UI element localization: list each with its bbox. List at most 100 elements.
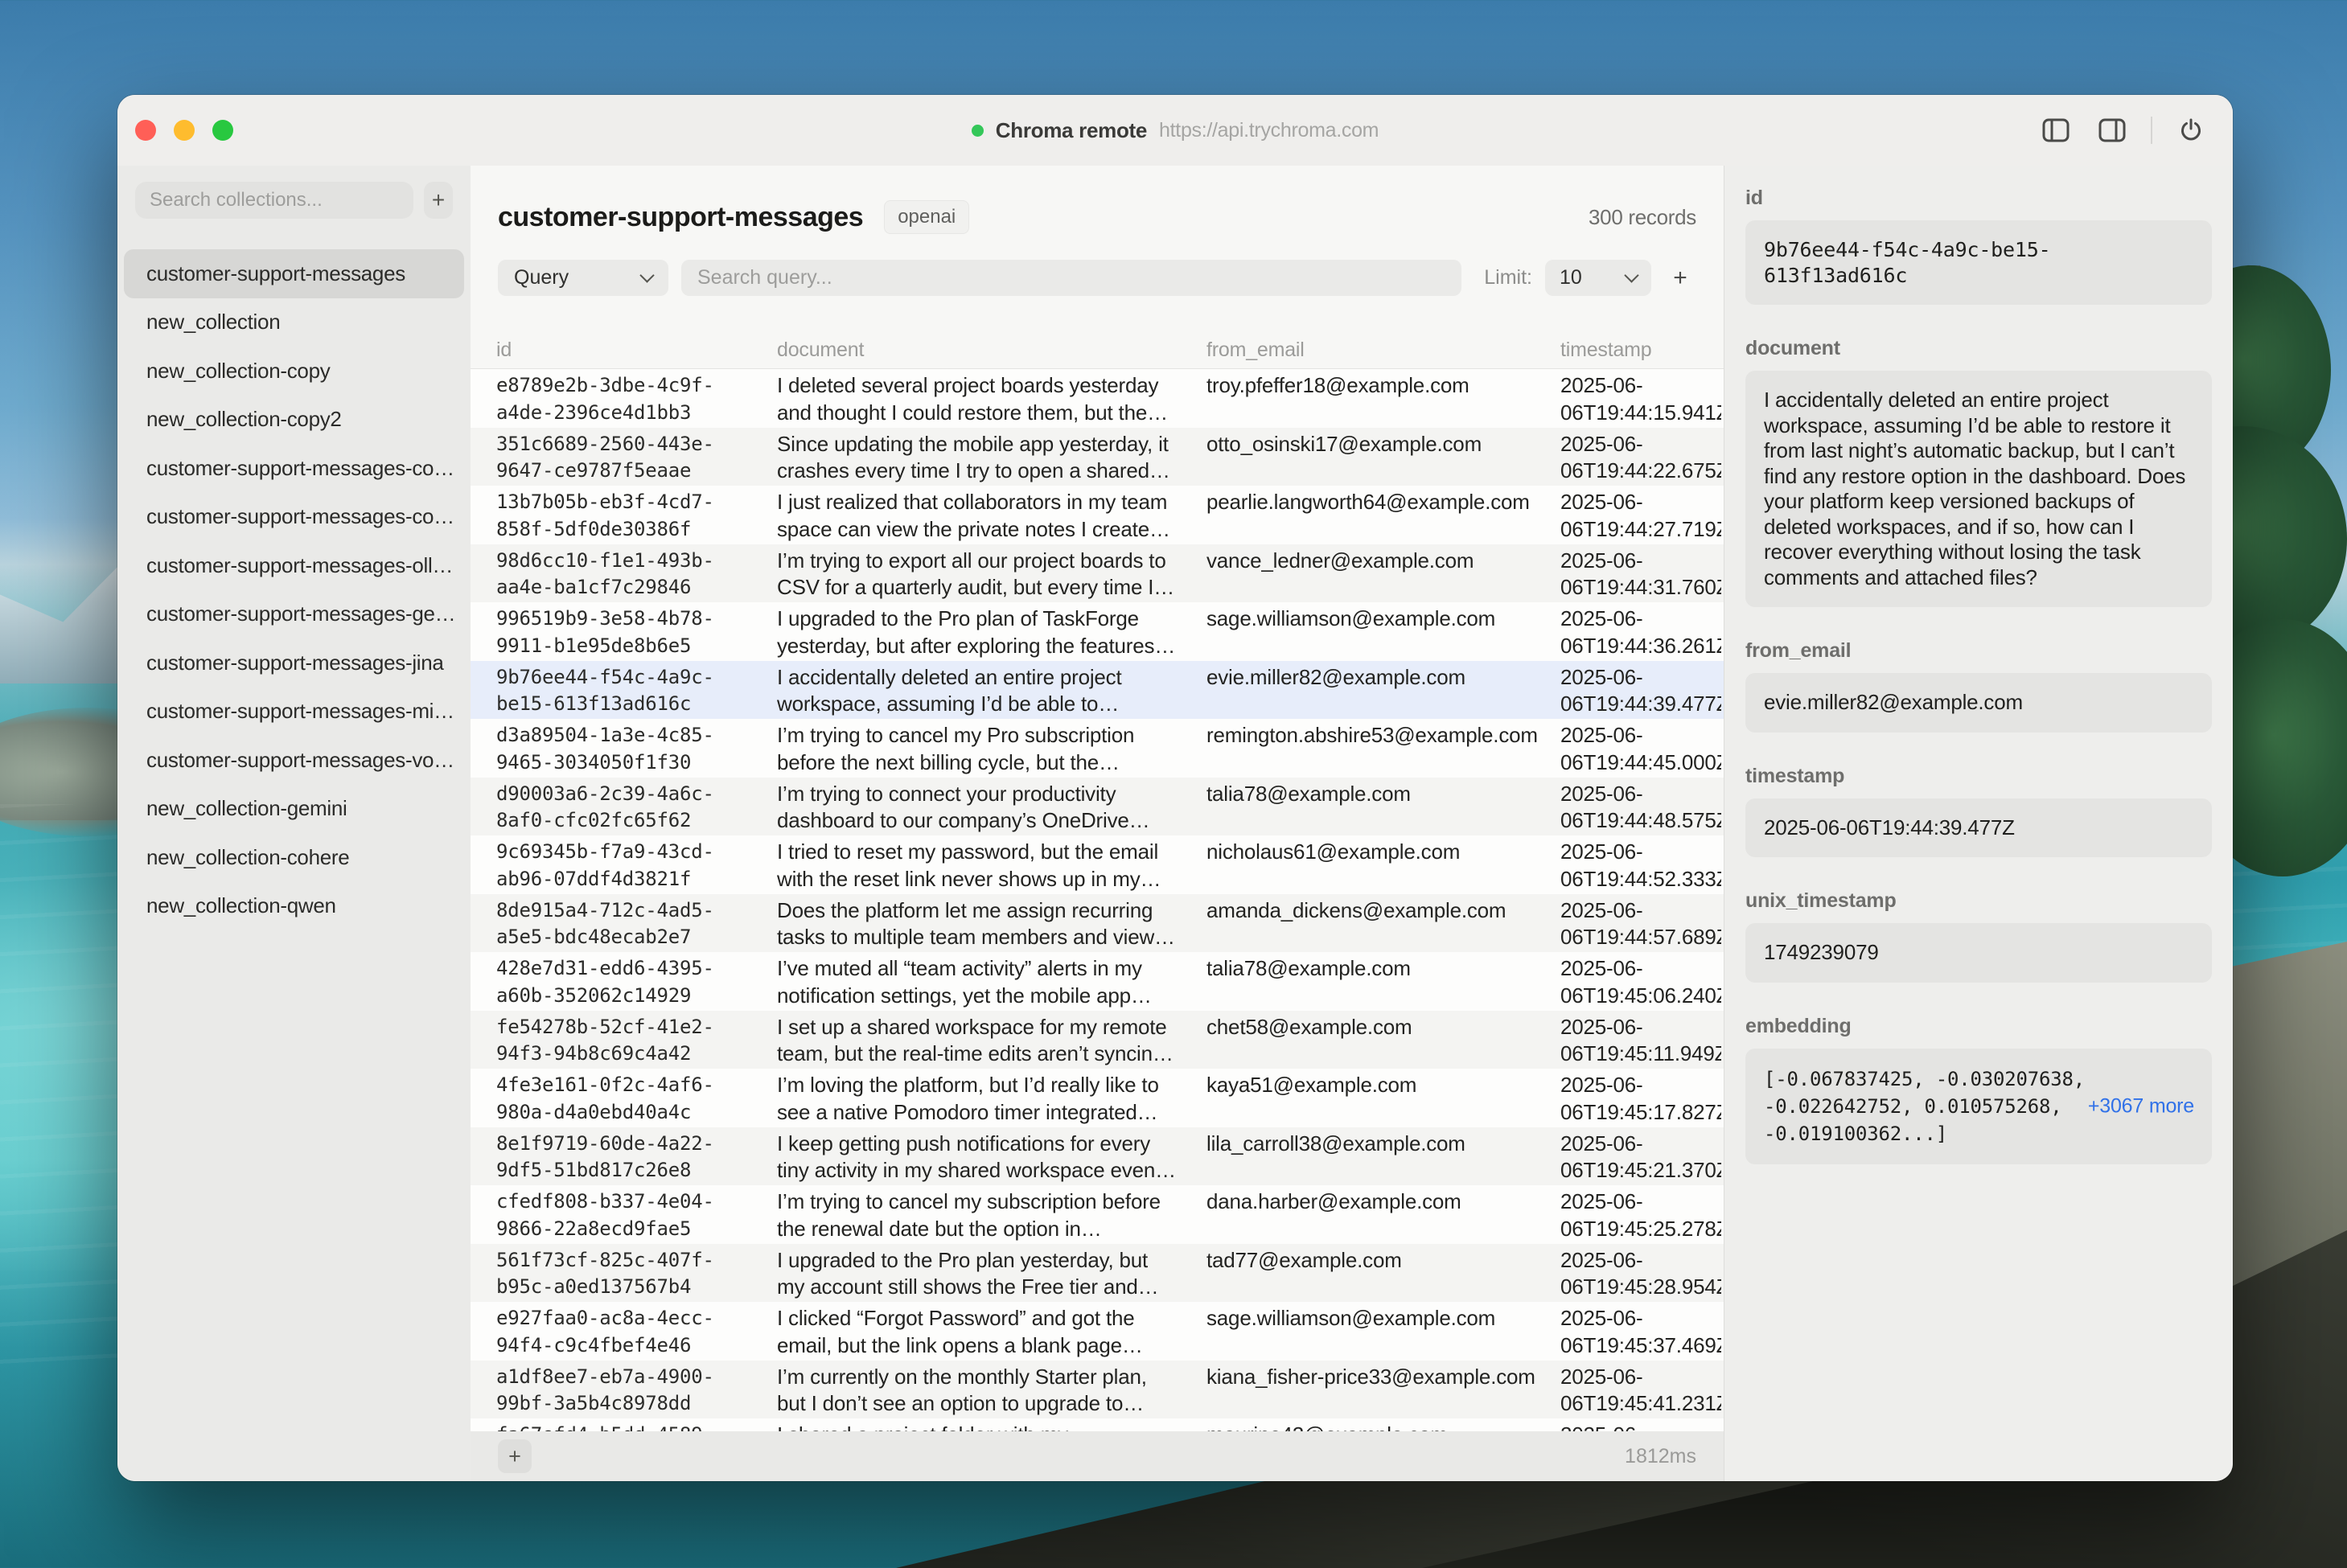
detail-id-label: id <box>1745 187 2212 210</box>
cell-from-email: talia78@example.com <box>1206 952 1560 1011</box>
cell-document: I’m loving the platform, but I’d really … <box>777 1069 1176 1127</box>
table-row[interactable]: 8de915a4-712c-4ad5-a5e5-bdc48ecab2e7 Does… <box>471 894 1724 953</box>
column-header-document: document <box>777 339 1206 362</box>
table-row[interactable]: 8e1f9719-60de-4a22-9df5-51bd817c26e8 I ke… <box>471 1127 1724 1186</box>
cell-from-email: otto_osinski17@example.com <box>1206 428 1560 486</box>
table-row[interactable]: 98d6cc10-f1e1-493b-aa4e-ba1cf7c29846I’m … <box>471 544 1724 603</box>
cell-id: 561f73cf-825c-407f-b95c-a0ed137567b4 <box>496 1244 747 1303</box>
cell-from-email: sage.williamson@example.com <box>1206 602 1560 661</box>
cell-document: I clicked “Forgot Password” and got the … <box>777 1302 1176 1361</box>
sidebar-collection-item[interactable]: new_collection-gemini <box>124 785 464 834</box>
cell-timestamp: 2025-06-06T19:45:25.278Z <box>1560 1185 1721 1244</box>
cell-document: I upgraded to the Pro plan of TaskForge … <box>777 602 1176 661</box>
cell-from-email: amanda_dickens@example.com <box>1206 894 1560 953</box>
cell-id: fa67efd4-b5dd-4589- <box>496 1418 747 1431</box>
sidebar-collection-item[interactable]: customer-support-messages-co… <box>124 493 464 542</box>
cell-id: fe54278b-52cf-41e2-94f3-94b8c69c4a42 <box>496 1011 747 1069</box>
detail-timestamp-value[interactable]: 2025-06-06T19:44:39.477Z <box>1745 798 2212 858</box>
cell-document: I’m trying to export all our project boa… <box>777 544 1176 603</box>
collection-list: customer-support-messagesnew_collectionn… <box>117 249 471 930</box>
detail-unix-timestamp-value[interactable]: 1749239079 <box>1745 923 2212 983</box>
table-row[interactable]: a1df8ee7-eb7a-4900-99bf-3a5b4c8978ddI’m … <box>471 1361 1724 1419</box>
limit-select[interactable]: 10 <box>1545 260 1651 296</box>
sidebar-collection-item[interactable]: customer-support-messages-co… <box>124 444 464 493</box>
sidebar-collection-item[interactable]: customer-support-messages-ge… <box>124 590 464 639</box>
cell-document: I keep getting push notifications for ev… <box>777 1127 1176 1186</box>
cell-from-email: troy.pfeffer18@example.com <box>1206 369 1560 428</box>
cell-id: e8789e2b-3dbe-4c9f-a4de-2396ce4d1bb3 <box>496 369 747 428</box>
cell-document: Does the platform let me assign recurrin… <box>777 894 1176 953</box>
add-query-clause-button[interactable]: + <box>1664 265 1696 292</box>
query-latency: 1812ms <box>1625 1445 1696 1468</box>
cell-id: 13b7b05b-eb3f-4cd7-858f-5df0de30386f <box>496 486 747 544</box>
search-query-input[interactable]: Search query... <box>681 260 1461 296</box>
zoom-window-button[interactable] <box>212 120 233 141</box>
cell-id: 4fe3e161-0f2c-4af6-980a-d4a0ebd40a4c <box>496 1069 747 1127</box>
table-row[interactable]: fa67efd4-b5dd-4589-I shared a project fo… <box>471 1418 1724 1431</box>
cell-from-email: remington.abshire53@example.com <box>1206 719 1560 778</box>
detail-id-value[interactable]: 9b76ee44-f54c-4a9c-be15-613f13ad616c <box>1745 220 2212 305</box>
toggle-right-sidebar-icon[interactable] <box>2094 113 2130 148</box>
sidebar-collection-item[interactable]: new_collection-copy <box>124 347 464 396</box>
sidebar-collection-item[interactable]: customer-support-messages <box>124 249 464 298</box>
cell-id: 8de915a4-712c-4ad5-a5e5-bdc48ecab2e7 <box>496 894 747 953</box>
sidebar-collection-item[interactable]: new_collection-copy2 <box>124 396 464 445</box>
cell-id: 8e1f9719-60de-4a22-9df5-51bd817c26e8 <box>496 1127 747 1186</box>
wallpaper-tree-trunk <box>2231 265 2261 748</box>
search-collections-input[interactable] <box>135 182 413 219</box>
cell-from-email: kaya51@example.com <box>1206 1069 1560 1127</box>
table-row[interactable]: fe54278b-52cf-41e2-94f3-94b8c69c4a42 I se… <box>471 1011 1724 1069</box>
toggle-left-sidebar-icon[interactable] <box>2038 113 2074 148</box>
sidebar-collection-item[interactable]: customer-support-messages-jina <box>124 638 464 688</box>
table-row[interactable]: 4fe3e161-0f2c-4af6-980a-d4a0ebd40a4c I’m … <box>471 1069 1724 1127</box>
detail-from-email-value[interactable]: evie.miller82@example.com <box>1745 673 2212 733</box>
cell-timestamp: 2025-06-06T19:44:31.760Z <box>1560 544 1721 603</box>
sidebar-collection-item[interactable]: new_collection <box>124 298 464 347</box>
cell-timestamp: 2025-06-06T19:44:22.675Z <box>1560 428 1721 486</box>
sidebar-collection-item[interactable]: customer-support-messages-mi… <box>124 688 464 737</box>
sidebar-collection-item[interactable]: customer-support-messages-oll… <box>124 541 464 590</box>
close-window-button[interactable] <box>135 120 156 141</box>
power-disconnect-icon[interactable] <box>2173 113 2209 148</box>
cell-document: I set up a shared workspace for my remot… <box>777 1011 1176 1069</box>
table-row[interactable]: 561f73cf-825c-407f-b95c-a0ed137567b4I up… <box>471 1244 1724 1303</box>
add-record-button[interactable]: + <box>498 1439 532 1473</box>
detail-embedding-value[interactable]: [-0.067837425, -0.030207638, -0.02264275… <box>1745 1049 2212 1164</box>
cell-id: d90003a6-2c39-4a6c-8af0-cfc02fc65f62 <box>496 778 747 836</box>
detail-unix-timestamp-label: unix_timestamp <box>1745 889 2212 913</box>
embedding-more-link[interactable]: +3067 more <box>2088 1094 2194 1119</box>
cell-id: 996519b9-3e58-4b78-9911-b1e95de8b6e5 <box>496 602 747 661</box>
table-header: id document from_email timestamp <box>471 331 1724 369</box>
table-row[interactable]: 351c6689-2560-443e-9647-ce9787f5eaaeSinc… <box>471 428 1724 486</box>
cell-timestamp: 2025-06-06T19:45:17.827Z <box>1560 1069 1721 1127</box>
table-row[interactable]: 428e7d31-edd6-4395-a60b-352062c14929I’ve… <box>471 952 1724 1011</box>
query-mode-value: Query <box>514 266 569 289</box>
cell-from-email: talia78@example.com <box>1206 778 1560 836</box>
table-row[interactable]: 9b76ee44-f54c-4a9c-be15-613f13ad616cI ac… <box>471 661 1724 720</box>
record-count: 300 records <box>1589 205 1696 230</box>
cell-timestamp: 2025-06-06T19:45:41.231Z <box>1560 1361 1721 1419</box>
table-row[interactable]: 13b7b05b-eb3f-4cd7-858f-5df0de30386fI ju… <box>471 486 1724 544</box>
column-header-timestamp: timestamp <box>1560 339 1724 362</box>
table-row[interactable]: 996519b9-3e58-4b78-9911-b1e95de8b6e5 I up… <box>471 602 1724 661</box>
cell-id: e927faa0-ac8a-4ecc-94f4-c9c4fbef4e46 <box>496 1302 747 1361</box>
table-row[interactable]: d3a89504-1a3e-4c85-9465-3034050f1f30I’m … <box>471 719 1724 778</box>
add-collection-button[interactable]: + <box>424 182 453 219</box>
table-row[interactable]: d90003a6-2c39-4a6c-8af0-cfc02fc65f62I’m … <box>471 778 1724 836</box>
detail-document-value[interactable]: I accidentally deleted an entire project… <box>1745 371 2212 607</box>
connection-status: Chroma remote https://api.trychroma.com <box>972 118 1379 143</box>
cell-document: I’m currently on the monthly Starter pla… <box>777 1361 1176 1419</box>
sidebar-collection-item[interactable]: new_collection-qwen <box>124 882 464 931</box>
table-row[interactable]: e927faa0-ac8a-4ecc-94f4-c9c4fbef4e46 I cl… <box>471 1302 1724 1361</box>
cell-from-email: vance_ledner@example.com <box>1206 544 1560 603</box>
sidebar-collection-item[interactable]: customer-support-messages-vo… <box>124 736 464 785</box>
table-row[interactable]: 9c69345b-f7a9-43cd-ab96-07ddf4d3821fI tr… <box>471 835 1724 894</box>
sidebar-collection-item[interactable]: new_collection-cohere <box>124 833 464 882</box>
limit-label: Limit: <box>1484 266 1532 289</box>
cell-from-email: kiana_fisher-price33@example.com <box>1206 1361 1560 1419</box>
table-row[interactable]: cfedf808-b337-4e04-9866-22a8ecd9fae5I’m … <box>471 1185 1724 1244</box>
minimize-window-button[interactable] <box>174 120 195 141</box>
table-row[interactable]: e8789e2b-3dbe-4c9f-a4de-2396ce4d1bb3I de… <box>471 369 1724 428</box>
server-url: https://api.trychroma.com <box>1159 119 1379 142</box>
query-mode-select[interactable]: Query <box>498 260 668 296</box>
